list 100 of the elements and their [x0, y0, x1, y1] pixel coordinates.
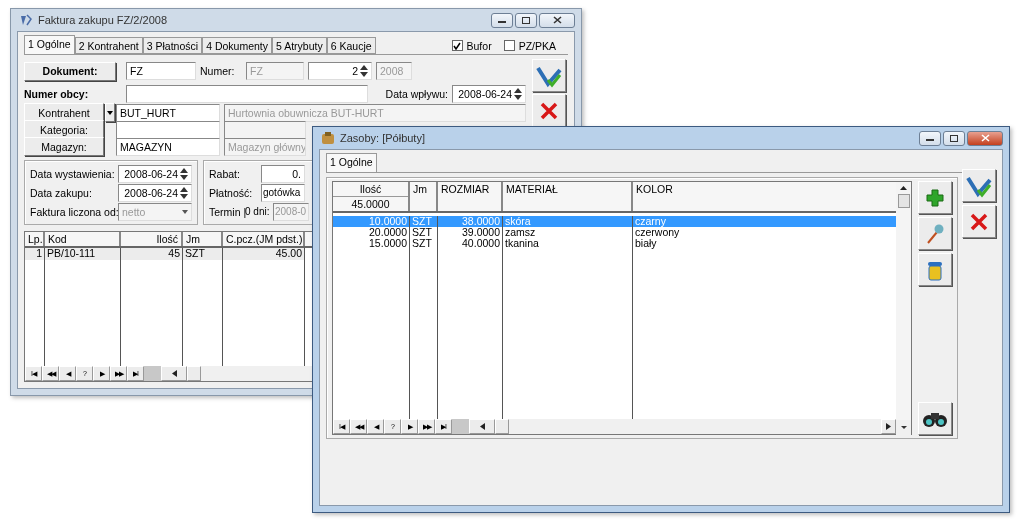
scrollbar[interactable]	[896, 182, 911, 420]
column-header[interactable]: MATERIAŁ	[503, 182, 631, 196]
field-label: Data zakupu:	[30, 186, 93, 199]
scroll-left-button[interactable]	[161, 366, 187, 381]
checkbox[interactable]	[503, 40, 515, 51]
search-button[interactable]	[918, 402, 952, 435]
table-cell: skóra	[503, 216, 633, 227]
date-field[interactable]: 2008-06-24	[452, 84, 526, 103]
table-cell: 20.0000	[333, 227, 410, 238]
save-button[interactable]	[532, 59, 566, 92]
scrollbar-track[interactable]	[187, 366, 201, 381]
table-row[interactable]: 15.0000 SZT 40.0000 tkanina biały	[333, 238, 896, 249]
minimize-button[interactable]	[919, 130, 941, 146]
field-label: Numer:	[200, 65, 236, 77]
spinner-icon	[514, 86, 522, 101]
date-field[interactable]: 2008-06-24	[118, 183, 192, 202]
table-cell: tkanina	[503, 238, 633, 249]
maximize-button[interactable]	[943, 130, 965, 146]
table-cell-text: czarny	[634, 216, 667, 227]
tab[interactable]: 6 Kaucje	[326, 37, 376, 54]
caret-icon	[107, 110, 113, 115]
field-label: Numer obcy:	[24, 87, 90, 100]
maximize-button[interactable]	[515, 12, 537, 28]
column-header[interactable]: Kod	[45, 232, 119, 246]
date-field[interactable]: 2008-06-24	[118, 164, 192, 183]
column-header[interactable]: ROZMIAR	[438, 182, 501, 196]
table-cell: 40.0000	[438, 238, 503, 249]
lookup-button[interactable]: Magazyn:	[24, 137, 104, 156]
text-field[interactable]: BUT_HURT	[116, 103, 220, 122]
close-button[interactable]	[539, 12, 575, 28]
field-label: Data wystawienia:	[30, 167, 116, 180]
scroll-thumb[interactable]	[144, 366, 161, 381]
arrow-right-icon	[886, 423, 891, 430]
field-label: Data wpływu:	[385, 87, 448, 100]
save-button[interactable]	[962, 169, 996, 202]
field-label: 0 dni:	[245, 206, 271, 217]
text-field[interactable]	[126, 84, 368, 103]
checkbox[interactable]	[451, 40, 463, 51]
column-header[interactable]: KOLOR	[633, 182, 896, 196]
column-header[interactable]: Ilość	[121, 232, 181, 246]
tab[interactable]: 5 Atrybuty	[272, 37, 327, 54]
window-title: Zasoby: [Półbuty]	[340, 132, 426, 144]
edit-button[interactable]	[918, 217, 952, 250]
arrow-left-icon	[171, 370, 177, 377]
pipette-icon	[925, 222, 945, 245]
close-button[interactable]	[967, 130, 1003, 146]
table-cell-text: biały	[634, 238, 657, 249]
scroll-left-button[interactable]	[469, 419, 495, 434]
document-button[interactable]: Dokument:	[24, 61, 116, 81]
table-cell: 45.00	[223, 248, 305, 260]
cancel-icon	[539, 100, 559, 121]
caret-icon	[182, 209, 188, 214]
field-label: Rabat:	[209, 167, 241, 180]
dropdown-field[interactable]: gotówka	[261, 183, 305, 202]
spinner-icon	[180, 166, 188, 181]
checkbox-label: Bufor	[466, 39, 492, 52]
dropdown-button[interactable]	[105, 103, 115, 122]
tab[interactable]: 1 Ogólne	[326, 153, 377, 172]
table-cell: 10.0000	[333, 216, 410, 227]
number-field[interactable]: 2	[308, 62, 372, 80]
minimize-button[interactable]	[491, 12, 513, 28]
number-field[interactable]: 0.	[261, 164, 305, 183]
table-cell: PB/10-111	[45, 248, 121, 260]
table-cell: 45	[121, 248, 183, 260]
close-icon	[552, 16, 562, 24]
column-header[interactable]: Jm	[183, 232, 221, 246]
spinner-icon	[360, 64, 368, 78]
scroll-thumb[interactable]	[452, 419, 469, 434]
scroll-right-button[interactable]	[881, 419, 896, 434]
column-header[interactable]: C.pcz.(JM pdst.)	[223, 232, 303, 246]
table-cell: 15.0000	[333, 238, 410, 249]
table-cell: 1	[25, 248, 45, 260]
arrow-up-icon	[900, 186, 907, 190]
scroll-thumb[interactable]	[897, 194, 910, 208]
tab[interactable]: 1 Ogólne	[24, 35, 75, 54]
column-header[interactable]: Lp.	[25, 232, 43, 246]
table-row[interactable]: 1 PB/10-111 45 SZT 45.00	[25, 248, 305, 260]
close-icon	[980, 134, 990, 142]
field-label: Faktura liczona od:	[30, 205, 116, 218]
add-button[interactable]	[918, 181, 952, 214]
cancel-button[interactable]	[962, 205, 996, 238]
text-field[interactable]: FZ	[126, 62, 196, 80]
field-label: Płatność:	[209, 186, 254, 199]
column-header[interactable]: Ilość	[333, 182, 408, 196]
tab[interactable]: 3 Płatności	[142, 37, 203, 54]
maximize-icon	[950, 134, 958, 142]
tab[interactable]: 4 Dokumenty	[202, 37, 272, 54]
caret-icon	[900, 426, 907, 429]
table-cell: SZT	[410, 238, 438, 249]
maximize-icon	[522, 16, 530, 24]
scrollbar-track[interactable]	[495, 419, 509, 434]
column-header[interactable]: Jm	[410, 182, 436, 196]
tab[interactable]: 2 Kontrahent	[74, 37, 143, 54]
table-cell: SZT	[410, 227, 438, 238]
table-row[interactable]: 20.0000 SZT 39.0000 zamsz czerwony	[333, 227, 896, 238]
arrow-left-icon	[479, 423, 485, 430]
cancel-button[interactable]	[532, 94, 566, 127]
table-cell: zamsz	[503, 227, 633, 238]
check-icon	[453, 41, 462, 50]
delete-button[interactable]	[918, 253, 952, 286]
